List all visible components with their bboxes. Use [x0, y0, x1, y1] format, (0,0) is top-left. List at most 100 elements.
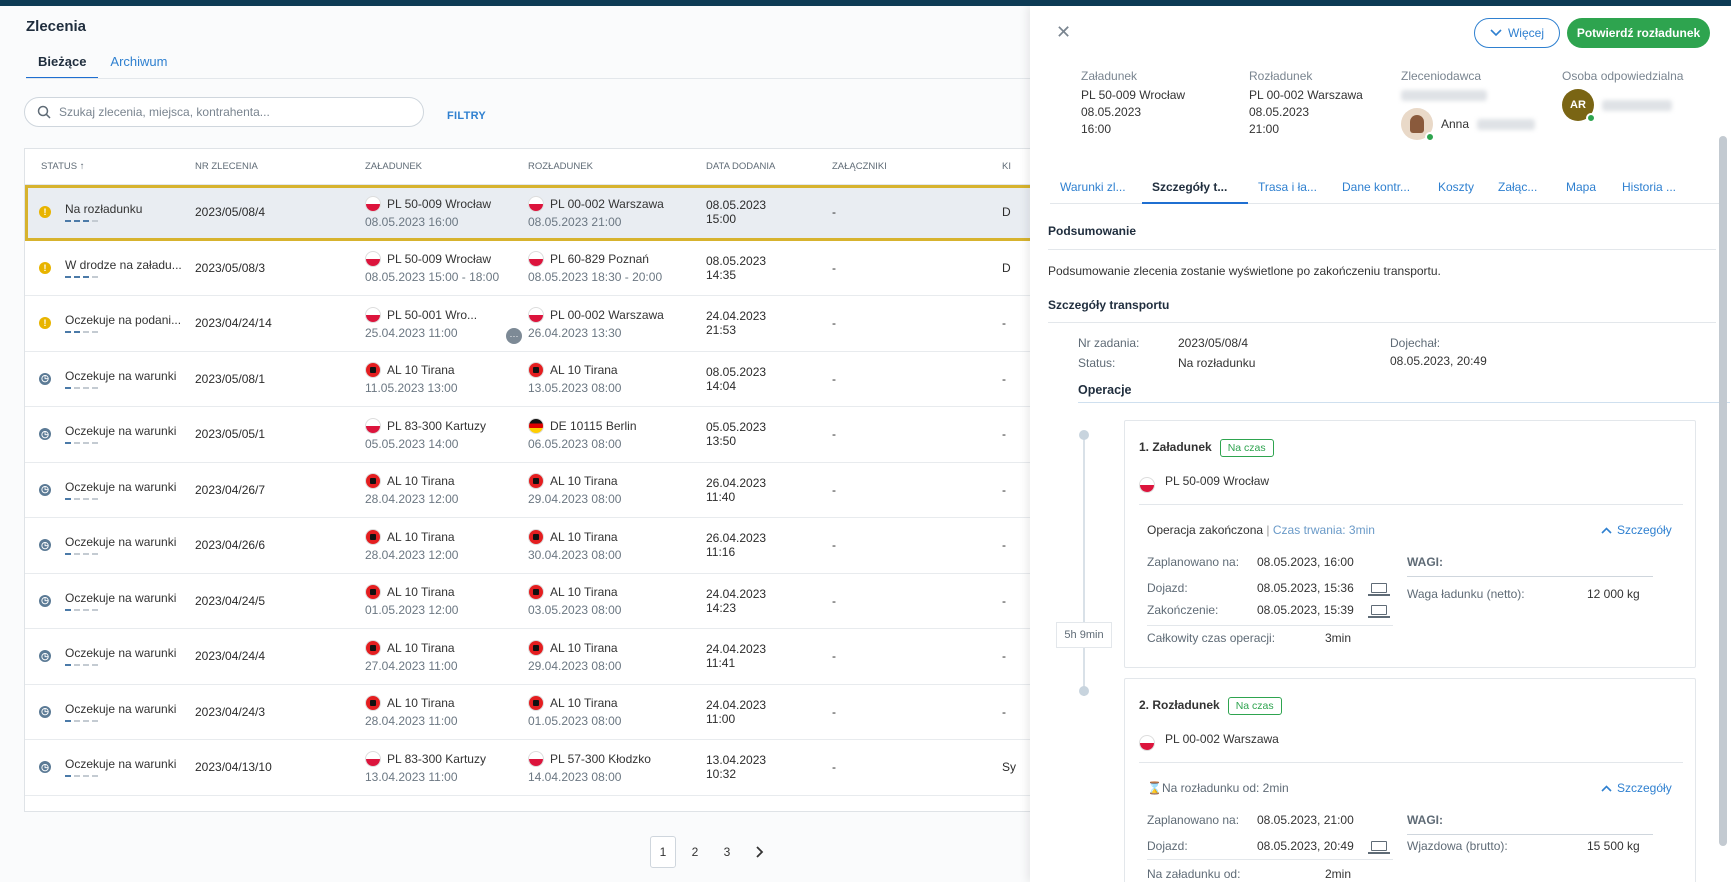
tab-history[interactable]: Historia ...	[1612, 170, 1702, 204]
loading-place: AL 10 Tirana	[387, 640, 455, 655]
op1-details-toggle[interactable]: Szczegóły	[1601, 523, 1672, 537]
page-3[interactable]: 3	[714, 836, 740, 868]
loading-date: 25.04.2023 11:00	[365, 325, 458, 340]
status-cell: ◷ Oczekuje na warunki	[25, 535, 195, 556]
operations-timeline	[1083, 436, 1085, 696]
added-time: 11:40	[706, 489, 736, 504]
unloading-place: PL 00-002 Warszawa	[550, 307, 664, 322]
tab-current[interactable]: Bieżące	[26, 50, 99, 79]
loading-time: 16:00	[1081, 122, 1112, 136]
col-date-added[interactable]: DATA DODANIA	[706, 161, 832, 172]
added-date: 24.04.2023	[706, 697, 767, 712]
tab-archive[interactable]: Archiwum	[98, 50, 179, 79]
table-row[interactable]: ! Oczekuje na podani... 2023/04/24/14 PL…	[25, 296, 1043, 352]
added-time: 14:35	[706, 267, 737, 282]
col-nr[interactable]: NR ZLECENIA	[195, 161, 365, 172]
unloading-cell: PL 57-300 Kłodzko 14.04.2023 08:00	[528, 750, 706, 784]
progress-dot	[65, 497, 71, 500]
close-icon[interactable]: ✕	[1056, 22, 1071, 43]
tab-route[interactable]: Trasa i ła...	[1248, 170, 1332, 204]
progress-dot	[83, 719, 89, 722]
progress-dot	[65, 275, 71, 278]
date-added-cell: 26.04.2023 11:16	[706, 531, 832, 559]
flag-al-icon	[365, 639, 381, 656]
table-row[interactable]: ◷ Oczekuje na warunki 2023/04/13/10 PL 8…	[25, 740, 1043, 796]
attachments-cell: -	[832, 427, 836, 442]
arrived-label: Dojechał:	[1390, 336, 1441, 350]
status-text: Oczekuje na warunki	[65, 701, 177, 716]
loading-place: PL 50-009 Wrocław	[387, 196, 492, 211]
tab-transport-details[interactable]: Szczegóły t...	[1142, 170, 1248, 204]
comment-icon[interactable]: ···	[506, 328, 522, 344]
unloading-heading: Rozładunek	[1249, 69, 1313, 83]
operation-card-unloading: 2. Rozładunek Na czas PL 00-002 Warszawa …	[1124, 678, 1696, 882]
date-added-cell: 24.04.2023 11:00	[706, 698, 832, 726]
flag-pl-icon	[365, 417, 381, 434]
page-1[interactable]: 1	[650, 836, 676, 868]
tab-order-terms[interactable]: Warunki zl...	[1050, 170, 1142, 204]
unloading-place: AL 10 Tirana	[550, 474, 618, 489]
filters-button[interactable]: FILTRY	[447, 110, 486, 122]
col-attachments[interactable]: ZAŁĄCZNIKI	[832, 161, 1002, 172]
timeline-dot	[1079, 686, 1089, 696]
added-time: 21:53	[706, 323, 737, 338]
unloading-date: 08.05.2023	[1249, 105, 1310, 119]
search-icon	[37, 105, 51, 119]
progress-dot	[83, 386, 89, 389]
table-row[interactable]: ! Na rozładunku 2023/05/08/4 PL 50-009 W…	[25, 185, 1043, 241]
unloading-date: 03.05.2023 08:00	[528, 603, 622, 618]
table-header: STATUS ↑ NR ZLECENIA ZAŁADUNEK ROZŁADUNE…	[25, 149, 1043, 185]
next-page-button[interactable]	[746, 836, 772, 868]
clock-icon: ◷	[39, 539, 51, 552]
table-row[interactable]: ! W drodze na załadu... 2023/05/08/3 PL …	[25, 241, 1043, 296]
summary-text: Podsumowanie zlecenia zostanie wyświetlo…	[1048, 264, 1441, 278]
table-row[interactable]: ◷ Oczekuje na warunki 2023/04/26/6 AL 10…	[25, 518, 1043, 574]
date-added-cell: 13.04.2023 10:32	[706, 753, 832, 781]
order-nr: 2023/05/05/1	[195, 427, 266, 442]
page-2[interactable]: 2	[682, 836, 708, 868]
order-nr: 2023/05/08/3	[195, 260, 266, 275]
flag-pl-icon	[528, 251, 544, 268]
loading-place: PL 50-009 Wrocław	[387, 252, 492, 267]
op2-details-toggle[interactable]: Szczegóły	[1601, 781, 1672, 795]
progress-dots	[65, 719, 176, 722]
chevron-up-icon	[1601, 526, 1612, 534]
owner-contact[interactable]: AR	[1562, 89, 1683, 123]
added-time: 15:00	[706, 212, 737, 227]
col-unloading[interactable]: ROZŁADUNEK	[528, 161, 706, 172]
col-loading[interactable]: ZAŁADUNEK	[365, 161, 528, 172]
op2-status: ⌛Na rozładunku od: 2min	[1147, 781, 1289, 795]
col-status[interactable]: STATUS ↑	[25, 161, 195, 172]
loading-heading: Załadunek	[1081, 69, 1138, 83]
table-row[interactable]: ◷ Oczekuje na warunki 2023/04/24/5 AL 10…	[25, 574, 1043, 629]
progress-dot	[74, 775, 80, 778]
tab-attachments[interactable]: Załąc...	[1488, 170, 1556, 204]
search-input[interactable]	[59, 105, 399, 119]
tab-map[interactable]: Mapa	[1556, 170, 1612, 204]
table-row[interactable]: ◷ Oczekuje na warunki 2023/05/08/1 AL 10…	[25, 352, 1043, 407]
flag-pl-icon	[528, 195, 544, 212]
client-contact[interactable]: Anna	[1401, 108, 1536, 142]
table-row[interactable]: ◷ Oczekuje na warunki 2023/04/26/7 AL 10…	[25, 463, 1043, 518]
confirm-unloading-button[interactable]: Potwierdź rozładunek	[1567, 18, 1710, 48]
status-cell: ◷ Oczekuje na warunki	[25, 646, 195, 667]
added-time: 13:50	[706, 434, 737, 449]
date-added-cell: 08.05.2023 15:00	[706, 198, 832, 226]
tab-contractor-data[interactable]: Dane kontr...	[1332, 170, 1428, 204]
op1-title-text: 1. Załadunek	[1139, 440, 1212, 454]
status-text: W drodze na załadu...	[65, 257, 182, 272]
progress-dot	[65, 553, 71, 556]
search-box[interactable]	[24, 97, 424, 127]
table-row[interactable]: ◷ Oczekuje na warunki 2023/04/24/4 AL 10…	[25, 629, 1043, 685]
scrollbar[interactable]	[1719, 136, 1727, 846]
status-cell: ◷ Oczekuje na warunki	[25, 591, 195, 611]
table-row[interactable]: ◷ Oczekuje na warunki 2023/04/24/3 AL 10…	[25, 685, 1043, 740]
order-nr: 2023/05/08/1	[195, 371, 266, 386]
tab-costs[interactable]: Koszty	[1428, 170, 1488, 204]
unloading-date: 29.04.2023 08:00	[528, 658, 622, 673]
loading-place: PL 83-300 Kartuzy	[387, 418, 486, 433]
table-body: ! Na rozładunku 2023/05/08/4 PL 50-009 W…	[25, 185, 1043, 796]
table-row[interactable]: ◷ Oczekuje na warunki 2023/05/05/1 PL 83…	[25, 407, 1043, 463]
more-button[interactable]: Więcej	[1474, 18, 1560, 48]
flag-al-icon	[528, 695, 544, 712]
